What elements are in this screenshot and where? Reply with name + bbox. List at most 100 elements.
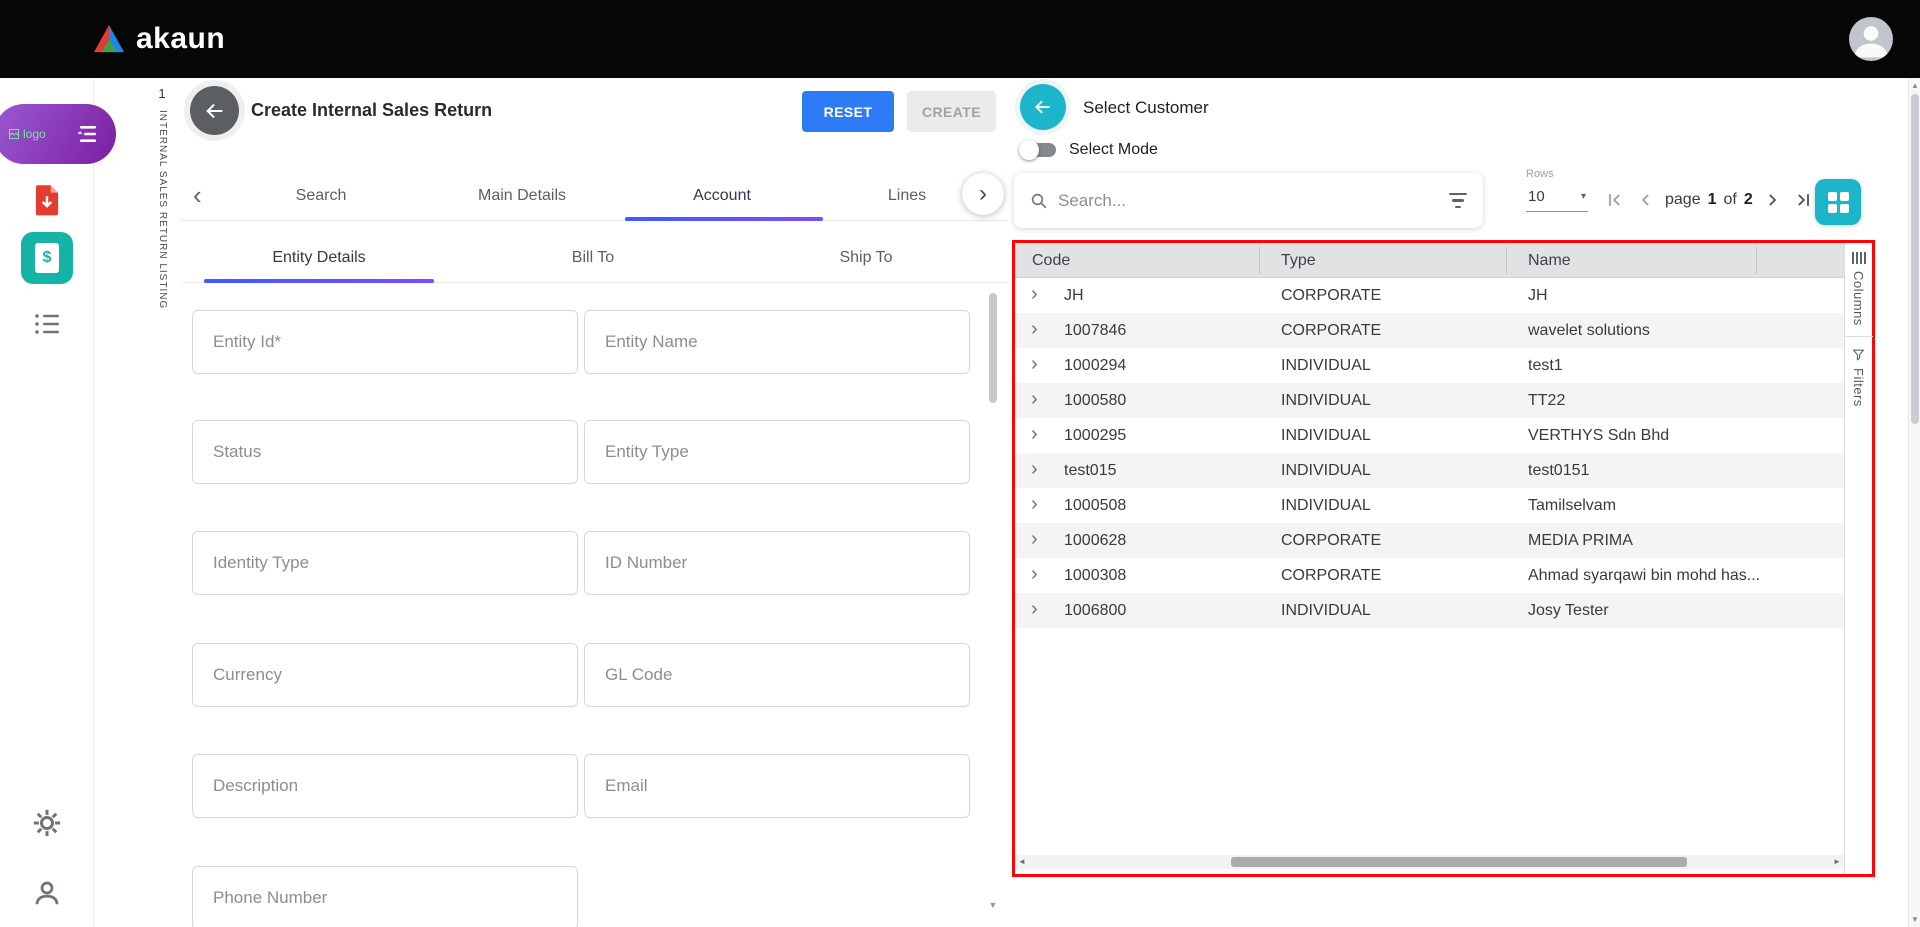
- entity-id-field[interactable]: [192, 310, 578, 374]
- window-scrollbar-thumb[interactable]: [1911, 94, 1919, 424]
- id-number-field[interactable]: [584, 531, 970, 595]
- table-row[interactable]: › 1000580 INDIVIDUAL TT22: [1015, 383, 1844, 418]
- table-row[interactable]: › 1000628 CORPORATE MEDIA PRIMA: [1015, 523, 1844, 558]
- cell-name: test0151: [1528, 453, 1828, 488]
- filter-list-icon[interactable]: [1449, 193, 1467, 209]
- row-expand-chevron-icon[interactable]: ›: [1031, 348, 1038, 383]
- identity-type-field[interactable]: [192, 531, 578, 595]
- table-row[interactable]: › 1007846 CORPORATE wavelet solutions: [1015, 313, 1844, 348]
- table-header: Code Type Name: [1015, 243, 1844, 278]
- table-row[interactable]: › 1000294 INDIVIDUAL test1: [1015, 348, 1844, 383]
- vertical-tab-label[interactable]: INTERNAL SALES RETURN LISTING: [157, 110, 168, 340]
- cell-name: Josy Tester: [1528, 593, 1828, 628]
- current-page: 1: [1708, 191, 1717, 209]
- create-button[interactable]: CREATE: [907, 91, 996, 132]
- select-mode-toggle[interactable]: [1019, 140, 1059, 160]
- tab-search[interactable]: Search: [226, 171, 416, 221]
- cell-type: INDIVIDUAL: [1281, 418, 1501, 453]
- email-field[interactable]: [584, 754, 970, 818]
- first-page-button[interactable]: [1603, 188, 1627, 212]
- search-icon: [1030, 192, 1048, 210]
- row-expand-chevron-icon[interactable]: ›: [1031, 488, 1038, 523]
- entity-type-field[interactable]: [584, 420, 970, 484]
- description-field[interactable]: [192, 754, 578, 818]
- tab-main-details[interactable]: Main Details: [427, 171, 617, 221]
- last-page-button[interactable]: [1791, 188, 1815, 212]
- back-button[interactable]: [190, 86, 239, 135]
- gl-code-field[interactable]: [584, 643, 970, 707]
- sidebar: logo $: [0, 78, 94, 927]
- subtab-entity-details[interactable]: Entity Details: [204, 233, 434, 283]
- status-field[interactable]: [192, 420, 578, 484]
- cell-type: CORPORATE: [1281, 558, 1501, 593]
- phone-number-field[interactable]: [192, 866, 578, 927]
- table-row[interactable]: › JH CORPORATE JH: [1015, 278, 1844, 313]
- grid-view-button[interactable]: [1815, 179, 1861, 225]
- scroll-up-icon[interactable]: ▲: [1909, 81, 1920, 90]
- menu-open-icon[interactable]: [76, 124, 100, 144]
- table-row[interactable]: › 1000308 CORPORATE Ahmad syarqawi bin m…: [1015, 558, 1844, 593]
- tabs-scroll-right-icon[interactable]: ›: [962, 173, 1004, 215]
- columns-side-tab[interactable]: Columns: [1845, 243, 1872, 326]
- prev-page-button[interactable]: [1634, 188, 1658, 212]
- row-expand-chevron-icon[interactable]: ›: [1031, 383, 1038, 418]
- customer-search-input[interactable]: [1058, 191, 1439, 211]
- sidebar-item-billing[interactable]: $: [0, 232, 94, 284]
- columns-icon: [1852, 252, 1866, 264]
- sidebar-logo-pill[interactable]: logo: [0, 104, 116, 164]
- cell-code: 1000295: [1064, 418, 1254, 453]
- table-row[interactable]: › 1006800 INDIVIDUAL Josy Tester: [1015, 593, 1844, 628]
- row-expand-chevron-icon[interactable]: ›: [1031, 453, 1038, 488]
- subtab-bill-to[interactable]: Bill To: [508, 233, 678, 283]
- panel-scroll-down-icon[interactable]: ▼: [987, 900, 999, 910]
- sidebar-item-listing[interactable]: [0, 312, 94, 336]
- scroll-left-icon[interactable]: ◄: [1015, 855, 1029, 869]
- filters-side-tab[interactable]: Filters: [1845, 339, 1872, 407]
- header-type[interactable]: Type: [1281, 243, 1316, 278]
- grid-icon: [1828, 192, 1849, 213]
- row-expand-chevron-icon[interactable]: ›: [1031, 418, 1038, 453]
- brand-logo[interactable]: akaun: [92, 22, 225, 56]
- rows-label: Rows: [1526, 168, 1588, 180]
- table-horizontal-scrollbar[interactable]: ◄ ►: [1015, 855, 1844, 869]
- rows-per-page-select[interactable]: Rows 10 ▾: [1526, 168, 1588, 212]
- customer-search-bar: [1014, 173, 1483, 228]
- entity-name-field[interactable]: [584, 310, 970, 374]
- scroll-down-icon[interactable]: ▼: [1909, 915, 1920, 924]
- row-expand-chevron-icon[interactable]: ›: [1031, 523, 1038, 558]
- cell-type: INDIVIDUAL: [1281, 348, 1501, 383]
- scroll-right-icon[interactable]: ►: [1830, 855, 1844, 869]
- sidebar-item-settings[interactable]: [0, 808, 94, 838]
- select-customer-panel: Select Customer Select Mode Rows 10: [1007, 78, 1920, 927]
- panel-scrollbar-thumb[interactable]: [989, 293, 997, 403]
- row-expand-chevron-icon[interactable]: ›: [1031, 313, 1038, 348]
- cell-type: CORPORATE: [1281, 278, 1501, 313]
- row-expand-chevron-icon[interactable]: ›: [1031, 558, 1038, 593]
- header-name[interactable]: Name: [1528, 243, 1571, 278]
- subtab-ship-to[interactable]: Ship To: [781, 233, 951, 283]
- hscroll-thumb[interactable]: [1231, 857, 1687, 867]
- row-expand-chevron-icon[interactable]: ›: [1031, 593, 1038, 628]
- currency-field[interactable]: [192, 643, 578, 707]
- table-row[interactable]: › 1000295 INDIVIDUAL VERTHYS Sdn Bhd: [1015, 418, 1844, 453]
- cell-name: Ahmad syarqawi bin mohd has...: [1528, 558, 1828, 593]
- sidebar-item-pdf[interactable]: [0, 184, 94, 216]
- cell-code: JH: [1064, 278, 1254, 313]
- tabs-scroll-left-icon[interactable]: ‹: [193, 171, 202, 221]
- user-avatar[interactable]: [1849, 17, 1893, 61]
- column-divider: [1506, 247, 1507, 274]
- table-row[interactable]: › 1000508 INDIVIDUAL Tamilselvam: [1015, 488, 1844, 523]
- billing-doc-icon: $: [21, 232, 73, 284]
- broken-image-icon: logo: [8, 127, 46, 141]
- window-scrollbar[interactable]: ▲ ▼: [1908, 78, 1920, 927]
- tab-account[interactable]: Account: [627, 171, 817, 221]
- sidebar-item-account[interactable]: [0, 878, 94, 908]
- filter-funnel-icon: [1852, 348, 1865, 361]
- header-code[interactable]: Code: [1032, 243, 1070, 278]
- vertical-tab-index: 1: [152, 86, 172, 101]
- customer-back-button[interactable]: [1020, 84, 1066, 130]
- table-row[interactable]: › test015 INDIVIDUAL test0151: [1015, 453, 1844, 488]
- reset-button[interactable]: RESET: [802, 91, 894, 132]
- row-expand-chevron-icon[interactable]: ›: [1031, 278, 1038, 313]
- next-page-button[interactable]: [1760, 188, 1784, 212]
